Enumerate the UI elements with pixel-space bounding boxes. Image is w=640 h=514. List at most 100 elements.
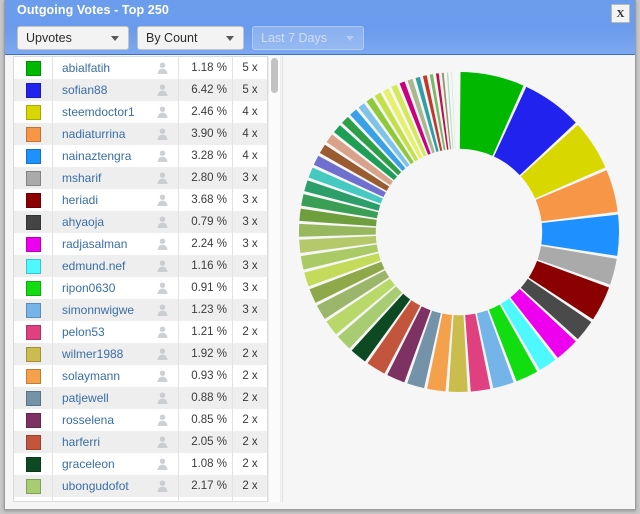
vote-type-dropdown[interactable]: Upvotes [17,26,129,50]
cell-divider [52,365,53,387]
color-swatch [26,148,41,164]
cell-divider [52,79,53,101]
table-row[interactable]: sofian88 6.42 % 5 x [14,79,267,101]
voter-name[interactable]: msharif [62,171,154,185]
color-swatch [26,456,41,472]
vote-type-value: Upvotes [26,31,72,45]
vote-count: 2 x [242,458,258,470]
donut-slice[interactable] [299,223,376,237]
vote-percent: 0.93 % [191,370,227,382]
cell-divider [52,101,53,123]
person-glyph [157,326,167,338]
person-glyph [157,62,167,74]
person-icon [154,392,170,404]
vote-count: 4 x [242,128,258,140]
votes-donut-chart [299,72,619,392]
person-icon [154,106,170,118]
voter-name[interactable]: harferri [62,435,154,449]
table-row[interactable]: patjewell 0.88 % 2 x [14,387,267,409]
table-row[interactable]: nadiaturrina 3.90 % 4 x [14,123,267,145]
voter-name[interactable]: rosselena [62,413,154,427]
table-row[interactable]: ripon0630 0.91 % 3 x [14,277,267,299]
cell-divider [52,299,53,321]
person-glyph [157,436,167,448]
vote-percent: 0.85 % [191,414,227,426]
voter-name[interactable]: ubongudofot [62,479,154,493]
table-row[interactable]: radjasalman 2.24 % 3 x [14,233,267,255]
voter-name[interactable]: nainaztengra [62,149,154,163]
voter-name[interactable]: abialfatih [62,61,154,75]
table-row[interactable] [14,497,267,501]
table-row[interactable]: harferri 2.05 % 2 x [14,431,267,453]
table-row[interactable]: nainaztengra 3.28 % 4 x [14,145,267,167]
window-title: Outgoing Votes - Top 250 [17,3,169,17]
table-row[interactable]: ubongudofot 2.17 % 2 x [14,475,267,497]
table-row[interactable]: edmund.nef 1.16 % 3 x [14,255,267,277]
voter-name[interactable]: patjewell [62,391,154,405]
vote-percent: 2.05 % [191,436,227,448]
voter-name[interactable]: ahyaoja [62,215,154,229]
time-period-dropdown: Last 7 Days [252,26,364,50]
person-glyph [157,84,167,96]
table-row[interactable]: heriadi 3.68 % 3 x [14,189,267,211]
voter-name[interactable]: steemdoctor1 [62,105,154,119]
donut-slice[interactable] [448,315,468,392]
vote-percent: 1.92 % [191,348,227,360]
color-swatch [26,104,41,120]
table-row[interactable]: simonnwigwe 1.23 % 3 x [14,299,267,321]
person-icon [154,282,170,294]
cell-divider [52,453,53,475]
table-row[interactable]: abialfatih 1.18 % 5 x [14,57,267,79]
voter-name[interactable]: wilmer1988 [62,347,154,361]
close-icon[interactable]: X [611,4,630,23]
person-glyph [157,304,167,316]
voter-name[interactable]: solaymann [62,369,154,383]
vote-count: 2 x [242,480,258,492]
chevron-down-icon [346,35,354,41]
voter-name[interactable]: edmund.nef [62,259,154,273]
color-swatch [26,214,41,230]
table-row[interactable]: graceleon 1.08 % 2 x [14,453,267,475]
voters-list-scrollbar[interactable] [268,56,281,502]
person-glyph [157,392,167,404]
person-glyph [157,216,167,228]
voter-name[interactable]: heriadi [62,193,154,207]
table-row[interactable]: ahyaoja 0.79 % 3 x [14,211,267,233]
cell-divider [52,211,53,233]
table-row[interactable]: rosselena 0.85 % 2 x [14,409,267,431]
cell-divider [52,431,53,453]
vote-percent: 2.80 % [191,172,227,184]
vote-percent: 1.16 % [191,260,227,272]
color-swatch [26,412,41,428]
vote-count: 2 x [242,414,258,426]
voter-name[interactable]: ripon0630 [62,281,154,295]
person-glyph [157,150,167,162]
sort-by-dropdown[interactable]: By Count [137,26,244,50]
person-icon [154,172,170,184]
person-icon [154,62,170,74]
person-glyph [157,480,167,492]
voter-name[interactable]: graceleon [62,457,154,471]
vote-count: 2 x [242,436,258,448]
voter-name[interactable]: simonnwigwe [62,303,154,317]
table-row[interactable]: solaymann 0.93 % 2 x [14,365,267,387]
person-icon [154,216,170,228]
table-row[interactable]: msharif 2.80 % 3 x [14,167,267,189]
scrollbar-thumb[interactable] [271,58,278,93]
voter-name[interactable]: pelon53 [62,325,154,339]
table-row[interactable]: pelon53 1.21 % 2 x [14,321,267,343]
voter-name[interactable]: sofian88 [62,83,154,97]
cell-divider [52,497,53,501]
donut-slice[interactable] [455,72,457,149]
chevron-down-icon [226,35,234,41]
voter-name[interactable]: radjasalman [62,237,154,251]
outgoing-votes-window: Outgoing Votes - Top 250 X Upvotes By Co… [4,0,636,510]
table-row[interactable]: wilmer1988 1.92 % 2 x [14,343,267,365]
person-icon [154,348,170,360]
voter-name[interactable]: nadiaturrina [62,127,154,141]
cell-divider [52,409,53,431]
table-row[interactable]: steemdoctor1 2.46 % 4 x [14,101,267,123]
color-swatch [26,236,41,252]
color-swatch [26,368,41,384]
person-icon [154,436,170,448]
